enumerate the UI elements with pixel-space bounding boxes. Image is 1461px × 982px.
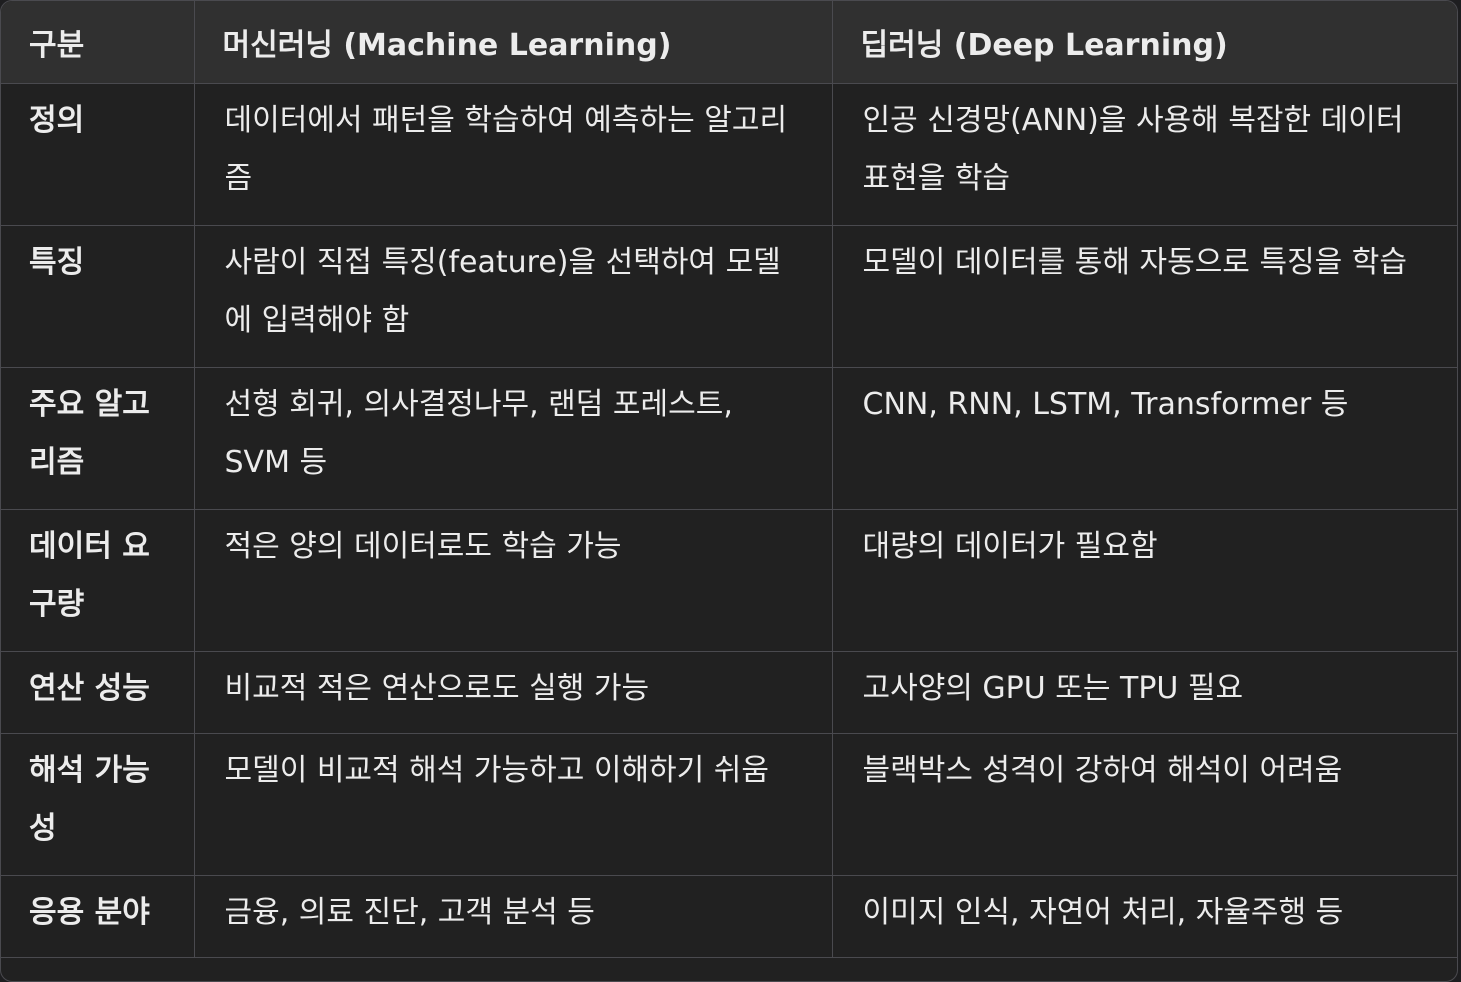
table-row: 특징 사람이 직접 특징(feature)을 선택하여 모델에 입력해야 함 모… (1, 225, 1457, 368)
ml-cell: 데이터에서 패턴을 학습하여 예측하는 알고리즘 (194, 83, 833, 226)
table-row: 주요 알고리즘 선형 회귀, 의사결정나무, 랜덤 포레스트, SVM 등 CN… (1, 367, 1457, 510)
row-label: 주요 알고리즘 (1, 367, 195, 510)
ml-cell: 모델이 비교적 해석 가능하고 이해하기 쉬움 (194, 733, 833, 876)
row-label: 연산 성능 (1, 651, 195, 734)
ml-cell: 금융, 의료 진단, 고객 분석 등 (194, 875, 833, 958)
table-body: 정의 데이터에서 패턴을 학습하여 예측하는 알고리즘 인공 신경망(ANN)을… (1, 83, 1457, 958)
table-header: 구분 머신러닝 (Machine Learning) 딥러닝 (Deep Lea… (1, 1, 1457, 84)
dl-cell: 모델이 데이터를 통해 자동으로 특징을 학습 (832, 225, 1457, 368)
header-machine-learning: 머신러닝 (Machine Learning) (194, 1, 833, 84)
ml-cell: 적은 양의 데이터로도 학습 가능 (194, 509, 833, 652)
dl-cell: 대량의 데이터가 필요함 (832, 509, 1457, 652)
row-label: 응용 분야 (1, 875, 195, 958)
dl-cell: 블랙박스 성격이 강하여 해석이 어려움 (832, 733, 1457, 876)
header-category: 구분 (1, 1, 195, 84)
table-row: 연산 성능 비교적 적은 연산으로도 실행 가능 고사양의 GPU 또는 TPU… (1, 651, 1457, 734)
table-row: 응용 분야 금융, 의료 진단, 고객 분석 등 이미지 인식, 자연어 처리,… (1, 875, 1457, 958)
dl-cell: CNN, RNN, LSTM, Transformer 등 (832, 367, 1457, 510)
row-label: 정의 (1, 83, 195, 226)
row-label: 데이터 요구량 (1, 509, 195, 652)
dl-cell: 이미지 인식, 자연어 처리, 자율주행 등 (832, 875, 1457, 958)
header-deep-learning: 딥러닝 (Deep Learning) (832, 1, 1457, 84)
dl-cell: 고사양의 GPU 또는 TPU 필요 (832, 651, 1457, 734)
row-label: 특징 (1, 225, 195, 368)
table-row: 데이터 요구량 적은 양의 데이터로도 학습 가능 대량의 데이터가 필요함 (1, 509, 1457, 652)
dl-cell: 인공 신경망(ANN)을 사용해 복잡한 데이터 표현을 학습 (832, 83, 1457, 226)
ml-cell: 사람이 직접 특징(feature)을 선택하여 모델에 입력해야 함 (194, 225, 833, 368)
ml-cell: 선형 회귀, 의사결정나무, 랜덤 포레스트, SVM 등 (194, 367, 833, 510)
table-row: 정의 데이터에서 패턴을 학습하여 예측하는 알고리즘 인공 신경망(ANN)을… (1, 83, 1457, 226)
header-row: 구분 머신러닝 (Machine Learning) 딥러닝 (Deep Lea… (1, 1, 1457, 84)
table-row: 해석 가능성 모델이 비교적 해석 가능하고 이해하기 쉬움 블랙박스 성격이 … (1, 733, 1457, 876)
ml-cell: 비교적 적은 연산으로도 실행 가능 (194, 651, 833, 734)
comparison-table: 구분 머신러닝 (Machine Learning) 딥러닝 (Deep Lea… (1, 1, 1457, 958)
row-label: 해석 가능성 (1, 733, 195, 876)
comparison-table-container: 구분 머신러닝 (Machine Learning) 딥러닝 (Deep Lea… (0, 0, 1458, 982)
